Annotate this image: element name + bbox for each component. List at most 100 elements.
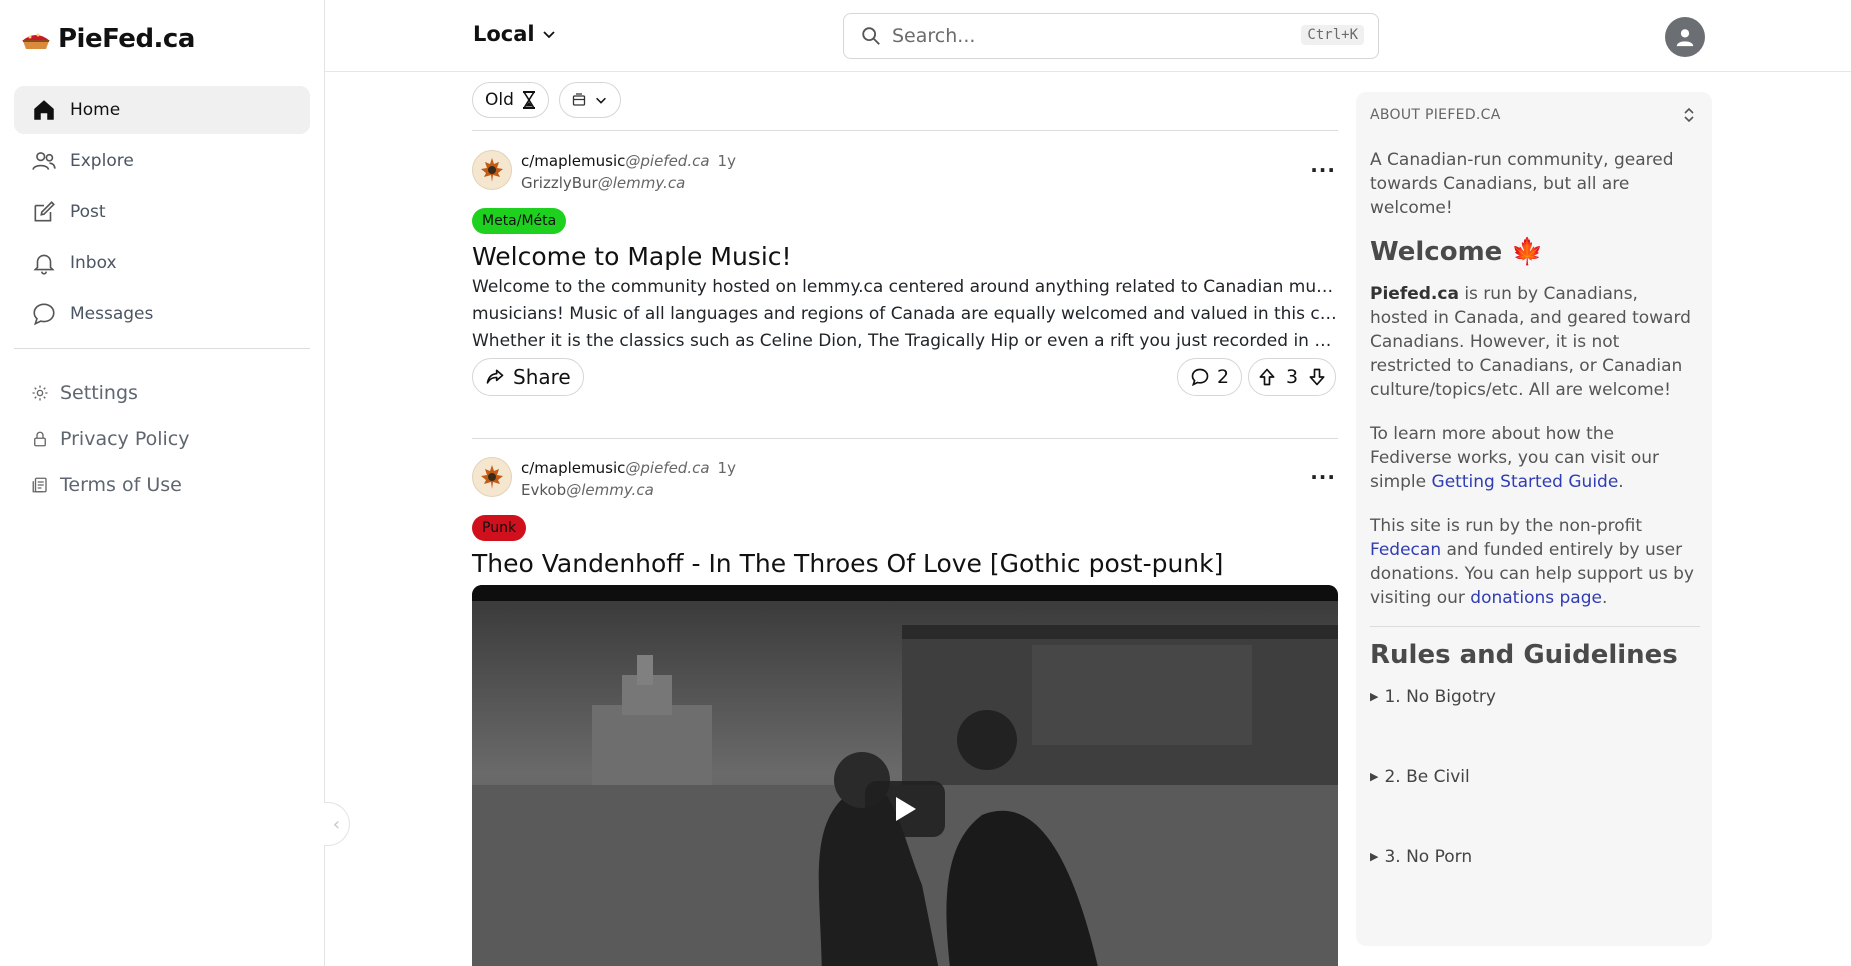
- rule-item[interactable]: ▶ 3. No Porn: [1370, 845, 1700, 869]
- post-body-line: Whether it is the classics such as Celin…: [472, 331, 1338, 351]
- community-link[interactable]: c/maplemusic: [521, 459, 625, 477]
- video-thumbnail: [472, 585, 1338, 966]
- brand-logo[interactable]: PieFed.ca: [20, 24, 195, 54]
- share-button[interactable]: Share: [472, 358, 584, 396]
- about-text: This site is run by the non-profit: [1370, 516, 1642, 536]
- community-instance: @piefed.ca: [625, 152, 710, 170]
- disclosure-triangle-icon: ▶: [1370, 690, 1379, 703]
- about-text: .: [1618, 472, 1624, 492]
- sort-dropdown[interactable]: Old: [472, 82, 549, 118]
- about-paragraph-2: To learn more about how the Fediverse wo…: [1370, 422, 1700, 494]
- author-instance: @lemmy.ca: [566, 481, 654, 499]
- getting-started-link[interactable]: Getting Started Guide: [1432, 472, 1619, 492]
- secondary-nav: Settings Privacy Policy Terms of Use: [30, 370, 189, 508]
- nav-item-explore[interactable]: Explore: [14, 137, 310, 185]
- rule-item[interactable]: ▶ 1. No Bigotry: [1370, 685, 1700, 709]
- search-shortcut-hint: Ctrl+K: [1301, 25, 1364, 45]
- search-icon: [862, 27, 880, 45]
- user-avatar[interactable]: [1665, 17, 1705, 57]
- post-options-button[interactable]: ···: [1310, 465, 1336, 489]
- community-info-panel: ABOUT PIEFED.CA A Canadian-run community…: [1356, 92, 1712, 946]
- donations-link[interactable]: donations page: [1470, 588, 1602, 608]
- welcome-heading: Welcome 🍁: [1370, 237, 1544, 267]
- about-text: .: [1601, 588, 1608, 608]
- about-panel-header[interactable]: ABOUT PIEFED.CA: [1370, 106, 1696, 124]
- brand-name: PieFed.ca: [58, 24, 195, 54]
- nav-divider: [14, 348, 310, 349]
- post-meta-text: c/maplemusic@piefed.ca 1y GrizzlyBur@lemm…: [521, 150, 736, 194]
- play-button[interactable]: [865, 781, 945, 837]
- post-meta: c/maplemusic@piefed.ca 1y Evkob@lemmy.ca: [472, 457, 736, 501]
- post-meta-text: c/maplemusic@piefed.ca 1y Evkob@lemmy.ca: [521, 457, 736, 501]
- vote-score: 3: [1285, 366, 1299, 388]
- nav-label: Explore: [70, 151, 134, 171]
- post-body-line: Welcome to the community hosted on lemmy…: [472, 277, 1338, 297]
- about-divider: [1370, 626, 1700, 627]
- post-flair[interactable]: Meta/Méta: [472, 208, 567, 234]
- post-actions: Share 2 3: [472, 358, 1338, 398]
- video-embed[interactable]: [472, 585, 1338, 966]
- rule-label: 3. No Porn: [1384, 847, 1473, 867]
- downvote-button[interactable]: [1307, 367, 1327, 387]
- post-time: 1y: [717, 459, 736, 477]
- feed-selector-label: Local: [473, 22, 535, 46]
- bell-icon: [30, 249, 58, 277]
- share-icon: [486, 369, 504, 384]
- nav-label: Messages: [70, 304, 154, 324]
- pie-logo-icon: [22, 33, 50, 49]
- author-instance: @lemmy.ca: [597, 174, 686, 192]
- post-flair[interactable]: Punk: [472, 515, 527, 541]
- left-sidebar: PieFed.ca Home Explore Post Inbox Messag…: [0, 0, 325, 966]
- post-body: Welcome to the community hosted on lemmy…: [472, 274, 1338, 355]
- comments-button[interactable]: 2: [1177, 358, 1243, 396]
- upvote-button[interactable]: [1257, 367, 1277, 387]
- search-box[interactable]: Ctrl+K: [843, 13, 1379, 59]
- chevron-down-icon: [543, 31, 555, 39]
- top-header: Local Ctrl+K: [325, 0, 1851, 72]
- post-options-button[interactable]: ···: [1310, 158, 1336, 182]
- nav-item-settings[interactable]: Settings: [30, 370, 189, 416]
- nav-item-inbox[interactable]: Inbox: [14, 239, 310, 287]
- nav-label: Post: [70, 202, 106, 222]
- rule-label: 1. No Bigotry: [1384, 687, 1496, 707]
- community-link[interactable]: c/maplemusic: [521, 152, 625, 170]
- author-link[interactable]: GrizzlyBur: [521, 174, 598, 192]
- chevron-down-icon: [595, 97, 606, 104]
- layout-dropdown[interactable]: [558, 82, 621, 118]
- about-intro: A Canadian-run community, geared towards…: [1370, 150, 1674, 218]
- post-title[interactable]: Welcome to Maple Music!: [472, 242, 792, 271]
- community-avatar[interactable]: [472, 150, 512, 190]
- sort-label: Old: [485, 90, 514, 110]
- post-body-line: musicians! Music of all languages and re…: [472, 304, 1338, 324]
- about-content: A Canadian-run community, geared towards…: [1370, 148, 1700, 925]
- arrow-up-icon: [1259, 368, 1275, 386]
- nav-item-post[interactable]: Post: [14, 188, 310, 236]
- post-title[interactable]: Theo Vandenhoff - In The Throes Of Love …: [472, 549, 1223, 578]
- post-time: 1y: [717, 152, 736, 170]
- nav-label: Home: [70, 100, 121, 120]
- nav-item-messages[interactable]: Messages: [14, 290, 310, 338]
- more-horizontal-icon: ···: [1310, 465, 1336, 489]
- lock-icon: [30, 429, 50, 449]
- rule-item[interactable]: ▶ 2. Be Civil: [1370, 765, 1700, 789]
- nav-item-terms-of-use[interactable]: Terms of Use: [30, 462, 189, 508]
- nav-item-privacy-policy[interactable]: Privacy Policy: [30, 416, 189, 462]
- disclosure-triangle-icon: ▶: [1370, 770, 1379, 783]
- arrow-down-icon: [1309, 368, 1325, 386]
- author-link[interactable]: Evkob: [521, 481, 566, 499]
- comment-icon: [1191, 368, 1209, 387]
- collapse-sidebar-button[interactable]: ‹: [324, 802, 350, 846]
- feed-selector[interactable]: Local: [473, 22, 557, 46]
- site-name: Piefed.ca: [1370, 284, 1459, 304]
- search-input[interactable]: [892, 25, 1272, 47]
- maple-music-icon: [481, 465, 503, 489]
- fedecan-link[interactable]: Fedecan: [1370, 540, 1441, 560]
- edit-icon: [30, 198, 58, 226]
- chat-icon: [30, 300, 58, 328]
- nav-label: Privacy Policy: [60, 428, 190, 450]
- sort-bar: Old: [472, 82, 621, 118]
- nav-item-home[interactable]: Home: [14, 86, 310, 134]
- about-heading: ABOUT PIEFED.CA: [1370, 107, 1501, 123]
- community-avatar[interactable]: [472, 457, 512, 497]
- gear-icon: [30, 383, 50, 403]
